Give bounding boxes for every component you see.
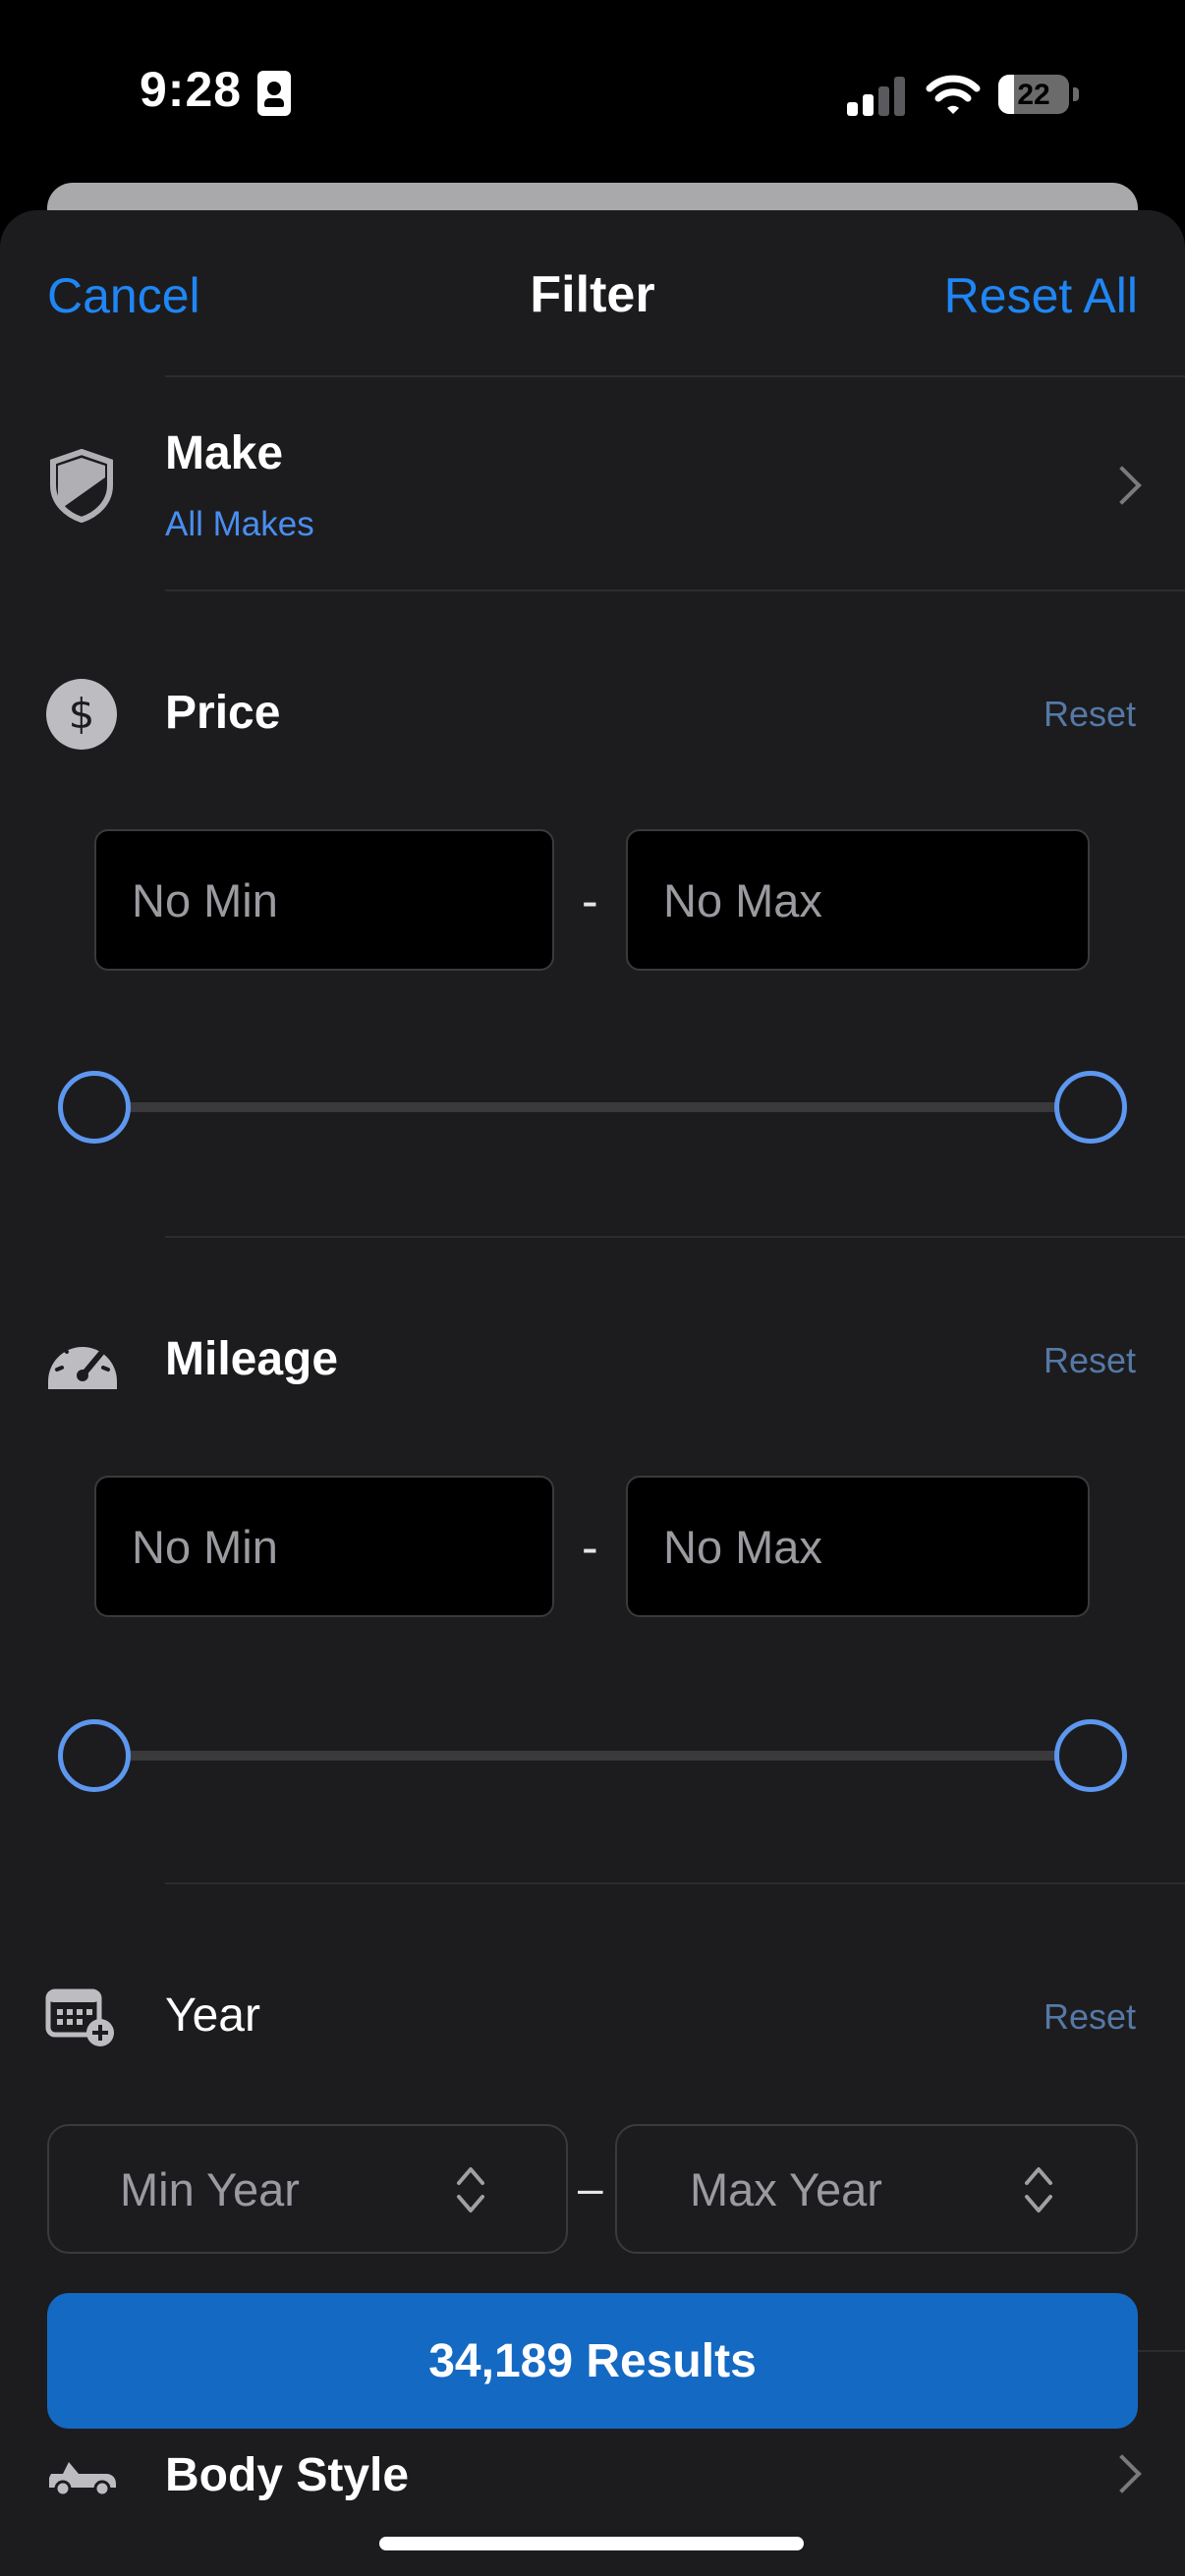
mileage-slider-track [94,1751,1091,1761]
mileage-max-input[interactable]: No Max [626,1476,1090,1617]
mileage-slider [94,1692,1091,1820]
body-style-title: Body Style [165,2448,409,2502]
price-slider-track [94,1102,1091,1112]
car-convertible-icon [45,2454,120,2497]
mileage-reset-button[interactable]: Reset [1044,1340,1136,1381]
contact-card-icon [257,71,291,116]
chevron-updown-icon [1024,2163,1053,2216]
price-reset-button[interactable]: Reset [1044,694,1136,735]
divider [165,1882,1185,1884]
max-year-picker[interactable]: Max Year [615,2124,1138,2254]
mileage-title: Mileage [165,1332,338,1386]
speedometer-icon [45,1326,120,1391]
make-row[interactable] [0,377,1185,589]
min-year-label: Min Year [120,2162,300,2216]
make-title: Make [165,426,283,480]
year-reset-button[interactable]: Reset [1044,1996,1136,2038]
dollar-icon: $ [45,678,118,751]
year-separator: – [578,2161,603,2214]
divider [165,589,1185,591]
price-min-input[interactable]: No Min [94,829,554,971]
wifi-icon [926,73,981,116]
price-min-handle[interactable] [58,1071,131,1144]
mileage-min-input[interactable]: No Min [94,1476,554,1617]
min-year-picker[interactable]: Min Year [47,2124,568,2254]
cellular-signal-icon [847,77,906,116]
home-indicator [379,2537,804,2550]
price-title: Price [165,686,280,740]
range-separator: - [582,872,598,929]
year-title: Year [165,1988,260,2043]
max-year-label: Max Year [690,2162,882,2216]
price-slider [94,1043,1091,1171]
range-separator: - [582,1519,598,1576]
mileage-max-handle[interactable] [1054,1719,1127,1792]
shield-icon [47,448,116,523]
reset-all-button[interactable]: Reset All [944,267,1138,324]
battery-level: 22 [998,79,1069,112]
divider [165,1236,1185,1238]
show-results-button[interactable]: 34,189 Results [47,2293,1138,2429]
calendar-add-icon [45,1987,116,2047]
battery-icon: 22 [998,75,1079,114]
chevron-updown-icon [456,2163,485,2216]
status-time: 9:28 [140,61,242,118]
mileage-min-handle[interactable] [58,1719,131,1792]
price-max-input[interactable]: No Max [626,829,1090,971]
make-value: All Makes [165,505,314,544]
price-max-handle[interactable] [1054,1071,1127,1144]
svg-text:$: $ [69,690,95,738]
